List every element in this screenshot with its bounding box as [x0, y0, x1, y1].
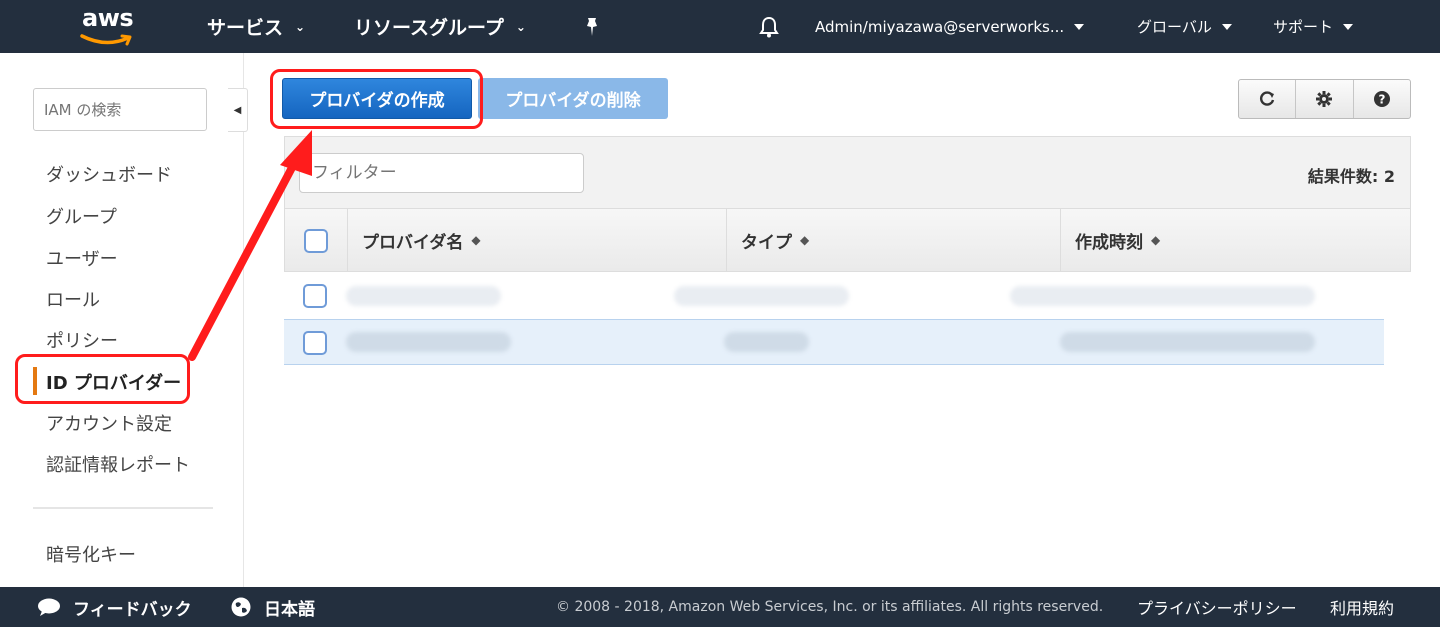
table-row[interactable]	[284, 273, 1384, 319]
sort-icon: ◆	[1151, 233, 1161, 247]
active-indicator	[33, 367, 37, 395]
chevron-down-icon: ⌄	[295, 19, 306, 34]
chevron-down-icon	[1074, 23, 1085, 30]
sidebar-item-credential-report[interactable]: 認証情報レポート	[46, 451, 190, 477]
chevron-down-icon: ⌄	[515, 19, 526, 34]
sidebar-item-groups[interactable]: グループ	[46, 203, 117, 229]
services-menu[interactable]: サービス ⌄	[207, 0, 305, 53]
globe-icon	[231, 597, 251, 617]
row-checkbox[interactable]	[303, 331, 327, 355]
sidebar-item-roles[interactable]: ロール	[46, 286, 100, 312]
sidebar-item-dashboard[interactable]: ダッシュボード	[46, 161, 172, 187]
copyright-text: © 2008 - 2018, Amazon Web Services, Inc.…	[556, 599, 1104, 615]
aws-logo-text: aws	[82, 4, 134, 32]
redacted-creation-time	[1010, 286, 1315, 306]
sidebar: ◀ ダッシュボード グループ ユーザー ロール ポリシー ID プロバイダー ア…	[0, 53, 248, 587]
svg-text:?: ?	[1378, 93, 1385, 107]
iam-search-input[interactable]	[33, 88, 207, 131]
create-provider-button[interactable]: プロバイダの作成	[282, 78, 472, 119]
column-label: タイプ	[741, 232, 792, 253]
speech-bubble-icon	[38, 598, 60, 616]
redacted-type	[724, 332, 809, 352]
row-checkbox[interactable]	[303, 284, 327, 308]
sidebar-item-identity-providers[interactable]: ID プロバイダー	[46, 369, 181, 395]
sidebar-item-policies[interactable]: ポリシー	[46, 327, 118, 353]
sort-icon: ◆	[471, 233, 481, 247]
privacy-policy-link[interactable]: プライバシーポリシー	[1137, 587, 1297, 627]
help-icon[interactable]: ?	[1354, 80, 1410, 118]
region-menu[interactable]: グローバル	[1137, 0, 1232, 53]
aws-smile-icon	[80, 34, 132, 46]
language-selector[interactable]: 日本語	[230, 587, 315, 627]
resource-groups-menu[interactable]: リソースグループ ⌄	[354, 0, 526, 53]
chevron-down-icon	[1343, 23, 1354, 30]
account-menu[interactable]: Admin/miyazawa@serverworks...	[815, 0, 1085, 53]
redacted-creation-time	[1060, 332, 1315, 352]
services-label: サービス	[207, 17, 284, 39]
toolbar-icon-group: ?	[1238, 79, 1411, 119]
table-row-selected[interactable]	[284, 319, 1384, 365]
bell-icon[interactable]	[758, 0, 780, 53]
sidebar-item-account-settings[interactable]: アカウント設定	[46, 410, 172, 436]
feedback-link[interactable]: フィードバック	[37, 587, 192, 627]
filter-input[interactable]	[299, 153, 584, 193]
feedback-label: フィードバック	[73, 599, 192, 620]
collapse-sidebar-button[interactable]: ◀	[228, 88, 248, 132]
table-header: プロバイダ名 ◆ タイプ ◆ 作成時刻 ◆	[284, 209, 1411, 272]
sort-icon: ◆	[800, 233, 810, 247]
caret-left-icon: ◀	[233, 104, 242, 116]
top-navigation-bar: aws サービス ⌄ リソースグループ ⌄ Admin/miyazawa@ser…	[0, 0, 1440, 53]
result-count: 結果件数: 2	[1307, 167, 1395, 186]
account-label: Admin/miyazawa@serverworks...	[815, 17, 1065, 36]
column-creation-time[interactable]: 作成時刻 ◆	[1061, 209, 1411, 271]
terms-link[interactable]: 利用規約	[1330, 587, 1394, 627]
chevron-down-icon	[1221, 23, 1232, 30]
column-label: 作成時刻	[1075, 232, 1143, 253]
aws-logo[interactable]: aws	[78, 4, 138, 48]
filter-bar: 結果件数: 2	[284, 136, 1411, 209]
redacted-type	[674, 286, 849, 306]
sidebar-item-users[interactable]: ユーザー	[46, 245, 118, 271]
region-label: グローバル	[1137, 18, 1212, 36]
redacted-provider-name	[346, 286, 501, 306]
sidebar-item-encryption-keys[interactable]: 暗号化キー	[46, 541, 136, 567]
footer: フィードバック 日本語 © 2008 - 2018, Amazon Web Se…	[0, 587, 1440, 627]
providers-table: 結果件数: 2 プロバイダ名 ◆ タイプ ◆ 作成時刻 ◆	[284, 136, 1411, 366]
gear-icon[interactable]	[1296, 80, 1354, 118]
support-label: サポート	[1273, 18, 1334, 36]
delete-provider-button[interactable]: プロバイダの削除	[478, 78, 668, 119]
select-all-checkbox[interactable]	[304, 229, 328, 253]
column-type[interactable]: タイプ ◆	[727, 209, 1061, 271]
column-label: プロバイダ名	[362, 232, 464, 253]
support-menu[interactable]: サポート	[1273, 0, 1354, 53]
language-label: 日本語	[264, 599, 315, 620]
column-provider-name[interactable]: プロバイダ名 ◆	[347, 209, 727, 271]
redacted-provider-name	[346, 332, 511, 352]
refresh-icon[interactable]	[1239, 80, 1297, 118]
sidebar-divider	[33, 507, 213, 509]
resource-groups-label: リソースグループ	[354, 17, 504, 39]
pushpin-icon[interactable]	[583, 0, 601, 53]
